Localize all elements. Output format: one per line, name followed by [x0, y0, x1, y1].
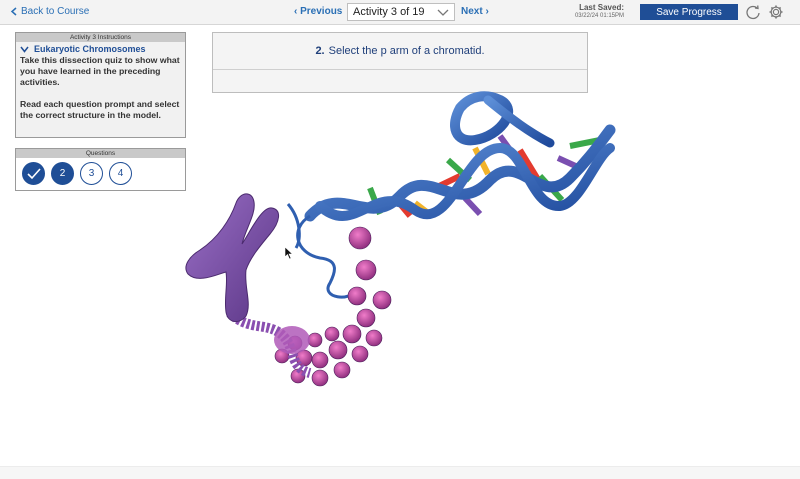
dna-double-helix[interactable]	[304, 91, 616, 222]
previous-chevron-icon: ‹	[294, 6, 298, 17]
questions-panel: Questions 2 3 4	[15, 148, 186, 191]
linker-dna	[286, 203, 301, 249]
instructions-title-toggle[interactable]: Eukaryotic Chromosomes	[16, 42, 185, 54]
chromosome-dna-model[interactable]	[170, 88, 620, 398]
next-link[interactable]: Next ›	[461, 6, 489, 17]
activity-dropdown[interactable]: Activity 3 of 19	[347, 3, 455, 21]
checkmark-icon	[26, 167, 41, 179]
instructions-paragraph-1: Take this dissection quiz to show what y…	[20, 55, 180, 87]
instructions-header: Activity 3 Instructions	[16, 33, 185, 42]
instructions-panel: Activity 3 Instructions Eukaryotic Chrom…	[15, 32, 186, 138]
reset-icon[interactable]	[745, 4, 761, 20]
last-saved: Last Saved: 03/22/24 01:15PM	[564, 3, 624, 21]
question-2-button[interactable]: 2	[51, 162, 74, 185]
top-bar: Back to Course ‹ Previous Activity 3 of …	[0, 0, 800, 25]
chevron-down-icon	[437, 9, 449, 16]
gear-icon[interactable]	[768, 4, 784, 20]
last-saved-time: 03/22/24 01:15PM	[574, 13, 624, 19]
previous-label: Previous	[300, 6, 343, 17]
instructions-body: Take this dissection quiz to show what y…	[16, 54, 185, 121]
last-saved-label: Last Saved:	[579, 3, 624, 12]
next-chevron-icon: ›	[485, 6, 489, 17]
questions-header: Questions	[16, 149, 185, 158]
question-3-button[interactable]: 3	[80, 162, 103, 185]
cursor-icon	[284, 246, 294, 260]
chromosome[interactable]	[185, 193, 279, 322]
chevron-down-icon	[20, 46, 29, 53]
question-list: 2 3 4	[16, 158, 185, 185]
chromatin-fiber[interactable]	[226, 309, 312, 378]
chevron-left-icon	[10, 7, 17, 16]
previous-link[interactable]: ‹ Previous	[294, 6, 342, 17]
back-to-course-link[interactable]: Back to Course	[10, 6, 89, 17]
footer-strip	[0, 466, 800, 479]
instructions-title: Eukaryotic Chromosomes	[34, 44, 146, 54]
next-label: Next	[461, 6, 483, 17]
question-prompt: 2. Select the p arm of a chromatid.	[213, 33, 587, 70]
back-link-label: Back to Course	[21, 6, 90, 17]
instructions-paragraph-2: Read each question prompt and select the…	[20, 99, 180, 120]
question-text: Select the p arm of a chromatid.	[328, 45, 485, 57]
question-4-button[interactable]: 4	[109, 162, 132, 185]
question-number: 2.	[315, 45, 325, 57]
question-prompt-box: 2. Select the p arm of a chromatid.	[212, 32, 588, 93]
activity-selected-value: Activity 3 of 19	[353, 6, 425, 18]
question-1-button[interactable]	[22, 162, 45, 185]
save-progress-button[interactable]: Save Progress	[640, 4, 738, 20]
